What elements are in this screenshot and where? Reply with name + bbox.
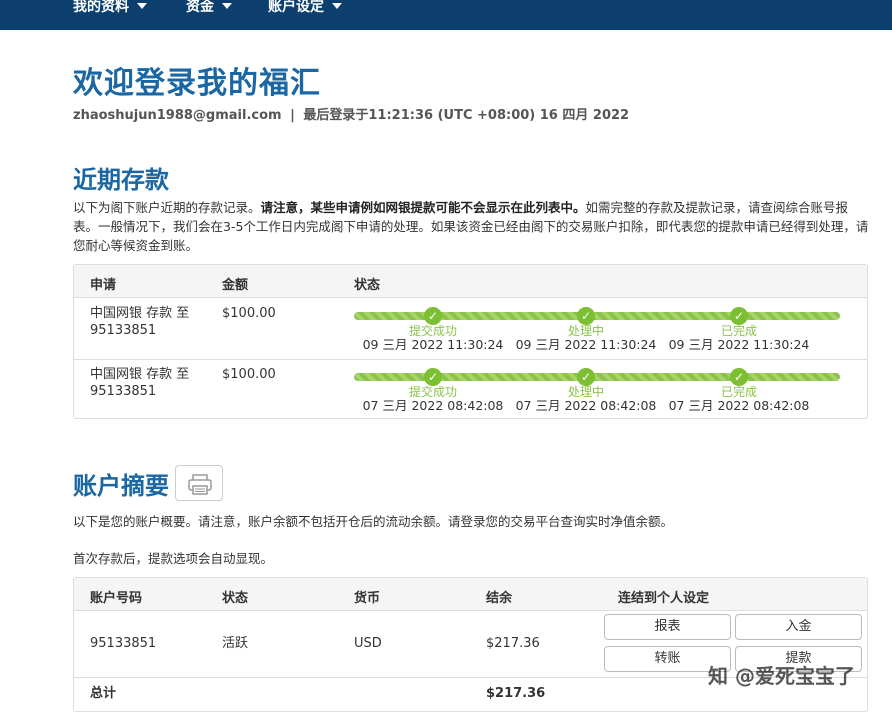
desc-warning: 请注意，某些申请例如网银提款可能不会显示在此列表中。 <box>260 200 586 215</box>
progress-step-submitted: ✓ 提交成功 07 三月 2022 08:42:08 <box>353 368 513 413</box>
total-label: 总计 <box>90 686 117 701</box>
amount-cell: $100.00 <box>222 367 276 382</box>
deposits-table: 申请 金额 状态 中国网银 存款 至 95133851 $100.00 ✓ 提交… <box>73 264 868 419</box>
column-header-status: 状态 <box>354 278 381 293</box>
deposit-button[interactable]: 入金 <box>735 614 862 640</box>
total-value: $217.36 <box>486 686 546 701</box>
column-header-request: 申请 <box>90 278 117 293</box>
print-button[interactable] <box>175 465 223 501</box>
nav-item-label: 资金 <box>186 0 214 15</box>
chevron-down-icon <box>222 3 232 9</box>
progress-step-completed: ✓ 已完成 07 三月 2022 08:42:08 <box>659 368 819 413</box>
check-icon: ✓ <box>730 307 748 325</box>
amount-cell: $100.00 <box>222 306 276 321</box>
step-time: 07 三月 2022 08:42:08 <box>362 398 504 413</box>
table-header: 申请 金额 状态 <box>74 265 867 298</box>
nav-item-funds[interactable]: 资金 <box>186 0 232 18</box>
status-cell: 活跃 <box>222 636 249 651</box>
user-email: zhaoshujun1988@gmail.com <box>73 108 282 123</box>
balance-cell: $217.36 <box>486 636 540 651</box>
check-icon: ✓ <box>424 307 442 325</box>
nav-item-profile[interactable]: 我的资料 <box>73 0 147 18</box>
step-time: 09 三月 2022 11:30:24 <box>668 337 810 352</box>
progress-step-submitted: ✓ 提交成功 09 三月 2022 11:30:24 <box>353 307 513 352</box>
step-time: 07 三月 2022 08:42:08 <box>668 398 810 413</box>
progress-step-processing: ✓ 处理中 09 三月 2022 11:30:24 <box>506 307 666 352</box>
page-title: 欢迎登录我的福汇 <box>73 66 321 101</box>
step-time: 07 三月 2022 08:42:08 <box>515 398 657 413</box>
recent-deposits-title: 近期存款 <box>73 166 169 194</box>
currency-cell: USD <box>354 636 382 651</box>
top-nav-bar: 我的资料 资金 账户设定 <box>0 0 892 30</box>
separator: | <box>290 108 295 123</box>
check-icon: ✓ <box>424 368 442 386</box>
nav-item-account-settings[interactable]: 账户设定 <box>268 0 342 18</box>
column-header-currency: 货币 <box>354 591 381 606</box>
check-icon: ✓ <box>577 368 595 386</box>
nav-item-label: 我的资料 <box>73 0 129 15</box>
printer-icon <box>188 474 212 495</box>
request-cell: 中国网银 存款 至 95133851 <box>90 367 190 399</box>
account-number-cell: 95133851 <box>90 636 157 651</box>
chevron-down-icon <box>137 3 147 9</box>
column-header-balance: 结余 <box>486 591 513 606</box>
deposits-description: 以下为阁下账户近期的存款记录。请注意，某些申请例如网银提款可能不会显示在此列表中… <box>73 198 873 255</box>
summary-description: 以下是您的账户概要。请注意，账户余额不包括开仓后的流动余额。请登录您的交易平台查… <box>73 514 674 529</box>
column-header-links: 连结到个人设定 <box>618 591 710 606</box>
step-time: 09 三月 2022 11:30:24 <box>515 337 657 352</box>
column-header-amount: 金额 <box>222 278 249 293</box>
login-info: zhaoshujun1988@gmail.com | 最后登录于11:21:36… <box>73 104 629 123</box>
chevron-down-icon <box>332 3 342 9</box>
column-header-account-number: 账户号码 <box>90 591 143 606</box>
nav-item-label: 账户设定 <box>268 0 324 15</box>
account-summary-table: 账户号码 状态 货币 结余 连结到个人设定 95133851 活跃 USD $2… <box>73 577 868 712</box>
table-header: 账户号码 状态 货币 结余 连结到个人设定 <box>74 578 867 611</box>
desc-text: 以下为阁下账户近期的存款记录。 <box>73 200 261 215</box>
progress-step-completed: ✓ 已完成 09 三月 2022 11:30:24 <box>659 307 819 352</box>
withdraw-note: 首次存款后，提款选项会自动显现。 <box>73 551 274 566</box>
progress-step-processing: ✓ 处理中 07 三月 2022 08:42:08 <box>506 368 666 413</box>
column-header-status: 状态 <box>222 591 249 606</box>
row-divider <box>74 359 867 360</box>
check-icon: ✓ <box>730 368 748 386</box>
step-time: 09 三月 2022 11:30:24 <box>362 337 504 352</box>
request-cell: 中国网银 存款 至 95133851 <box>90 306 190 338</box>
statement-button[interactable]: 报表 <box>604 614 731 640</box>
check-icon: ✓ <box>577 307 595 325</box>
watermark: 知 @爱死宝宝了 <box>708 664 855 688</box>
account-summary-title: 账户摘要 <box>73 472 169 500</box>
last-login-text: 最后登录于11:21:36 (UTC +08:00) 16 四月 2022 <box>303 108 630 123</box>
